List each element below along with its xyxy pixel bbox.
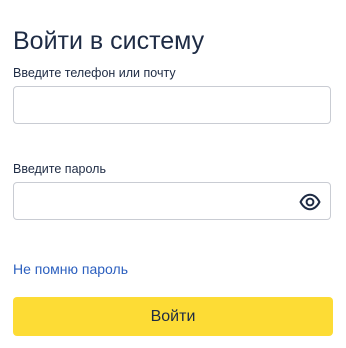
login-submit-button[interactable]: Войти (13, 297, 333, 336)
login-field[interactable] (13, 86, 331, 124)
login-input[interactable] (24, 87, 320, 123)
eye-icon[interactable] (299, 192, 321, 212)
password-field[interactable] (13, 182, 331, 220)
login-field-label: Введите телефон или почту (13, 66, 176, 80)
page-title: Войти в систему (13, 26, 205, 55)
forgot-password-link[interactable]: Не помню пароль (13, 260, 128, 278)
password-input[interactable] (24, 183, 290, 219)
password-field-label: Введите пароль (13, 162, 106, 176)
